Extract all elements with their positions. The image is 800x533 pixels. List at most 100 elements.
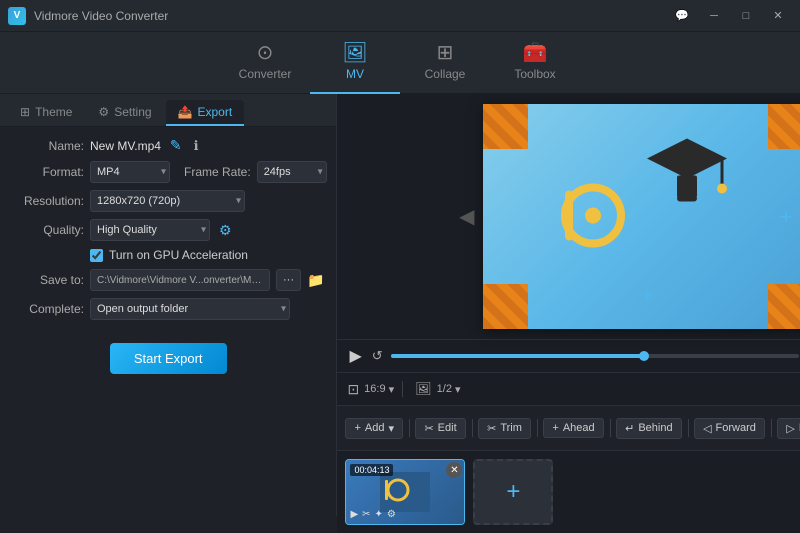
window-controls: 💬 ─ □ ✕ — [668, 5, 792, 27]
page-selector[interactable]: 🖼 1/2 ▾ — [415, 381, 460, 397]
info-button[interactable]: ℹ — [191, 138, 202, 154]
format-row: Format: MP4 AVI MOV Frame Rate: 24fps 25… — [12, 161, 324, 183]
corner-tape-top-left — [483, 104, 528, 149]
tab-bar: ⊞ Theme ⚙ Setting 📤 Export — [0, 94, 336, 127]
nav-mv-label: MV — [346, 67, 364, 81]
resolution-select[interactable]: 1280x720 (720p) 1920x1080 (1080p) 3840x2… — [90, 190, 245, 212]
nav-toolbox-label: Toolbox — [514, 67, 555, 81]
edit-button[interactable]: ✂ Edit — [415, 418, 465, 439]
preview-inner: + + — [483, 104, 800, 329]
nav-toolbox[interactable]: 🧰 Toolbox — [490, 32, 580, 94]
add-clip-icon: + — [506, 478, 520, 506]
left-panel: ⊞ Theme ⚙ Setting 📤 Export Name: New MV.… — [0, 94, 337, 516]
ratio-icon: ⊡ — [347, 381, 359, 398]
format-select[interactable]: MP4 AVI MOV — [90, 161, 170, 183]
format-select-wrapper: MP4 AVI MOV — [90, 161, 170, 183]
tab-theme[interactable]: ⊞ Theme — [8, 100, 84, 126]
bottom-controls: ⊡ 16:9 ▾ 🖼 1/2 ▾ Start Export — [337, 372, 800, 405]
nav-converter-label: Converter — [239, 67, 292, 81]
behind-button[interactable]: ↵ Behind — [616, 418, 681, 439]
preview-hat — [642, 130, 732, 213]
preview-plus-right: + — [780, 204, 793, 230]
clip-duration: 00:04:13 — [350, 464, 393, 476]
preview-logo — [558, 180, 638, 253]
seek-bar-fill — [391, 354, 644, 358]
browse-button[interactable]: ··· — [276, 269, 301, 291]
save-path-text: C:\Vidmore\Vidmore V...onverter\MV Expor… — [97, 275, 263, 286]
app-icon: V — [8, 7, 26, 25]
add-label: Add — [365, 422, 385, 434]
app-title: Vidmore Video Converter — [34, 9, 668, 23]
edit-name-button[interactable]: ✎ — [167, 137, 185, 154]
corner-tape-bottom-right — [768, 284, 800, 329]
nav-converter[interactable]: ⊙ Converter — [220, 32, 310, 94]
behind-label: Behind — [638, 422, 672, 434]
clip-star-icon: ✦ — [375, 509, 383, 520]
ahead-button[interactable]: + Ahead — [543, 418, 603, 438]
save-path-display: C:\Vidmore\Vidmore V...onverter\MV Expor… — [90, 269, 270, 291]
nav-collage[interactable]: ⊞ Collage — [400, 32, 490, 94]
tab-export[interactable]: 📤 Export — [166, 100, 245, 126]
format-label: Format: — [12, 165, 84, 179]
tab-setting[interactable]: ⚙ Setting — [86, 100, 163, 126]
export-form: Name: New MV.mp4 ✎ ℹ Format: MP4 AVI MOV… — [0, 127, 336, 516]
timeline-clip: 00:04:13 ✕ ▶ ✂ ✦ ⚙ — [345, 459, 465, 525]
start-export-button[interactable]: Start Export — [110, 343, 227, 374]
gpu-row: Turn on GPU Acceleration — [90, 248, 324, 262]
complete-select[interactable]: Open output folder Do nothing Shut down — [90, 298, 290, 320]
ratio-value: 16:9 — [364, 383, 385, 395]
complete-row: Complete: Open output folder Do nothing … — [12, 298, 324, 320]
loop-button[interactable]: ↺ — [370, 346, 385, 366]
seek-handle — [639, 351, 649, 361]
quality-select[interactable]: High Quality Standard Quality Low Qualit… — [90, 219, 210, 241]
chat-button[interactable]: 💬 — [668, 5, 696, 27]
export-icon: 📤 — [178, 105, 193, 119]
timeline: + Add ▾ ✂ Edit ✂ Trim + Ahead — [337, 405, 800, 533]
clip-action-icons: ▶ ✂ ✦ ⚙ — [350, 509, 395, 520]
maximize-button[interactable]: □ — [732, 5, 760, 27]
converter-icon: ⊙ — [257, 43, 274, 63]
ahead-label: Ahead — [563, 422, 595, 434]
preview-area: ◀ — [337, 94, 800, 339]
forward-button[interactable]: ◁ Forward — [694, 418, 765, 439]
close-button[interactable]: ✕ — [764, 5, 792, 27]
trim-label: Trim — [500, 422, 522, 434]
right-panel: ◀ — [337, 94, 800, 516]
open-folder-button[interactable]: 📁 — [307, 272, 324, 289]
edit-label: Edit — [438, 422, 457, 434]
trim-button[interactable]: ✂ Trim — [478, 418, 531, 439]
quality-settings-button[interactable]: ⚙ — [216, 222, 235, 239]
complete-select-wrapper: Open output folder Do nothing Shut down — [90, 298, 290, 320]
nav-mv[interactable]: 🖼 MV — [310, 32, 400, 94]
minimize-button[interactable]: ─ — [700, 5, 728, 27]
tab-export-label: Export — [198, 105, 233, 119]
frame-rate-select-wrapper: 24fps 25fps 30fps 60fps — [257, 161, 327, 183]
ratio-chevron: ▾ — [389, 383, 395, 396]
frame-rate-label: Frame Rate: — [184, 165, 251, 179]
clip-preview-icon — [380, 472, 430, 512]
quality-label: Quality: — [12, 223, 84, 237]
name-row: Name: New MV.mp4 ✎ ℹ — [12, 137, 324, 154]
clip-settings-icon: ⚙ — [387, 509, 396, 520]
setting-icon: ⚙ — [98, 105, 109, 119]
complete-label: Complete: — [12, 302, 84, 316]
play-button[interactable]: ▶ — [347, 344, 363, 368]
prev-arrow[interactable]: ◀ — [459, 204, 474, 229]
backward-button[interactable]: ▷ Backward — [777, 418, 800, 439]
name-value: New MV.mp4 — [90, 139, 161, 153]
seek-bar[interactable] — [391, 354, 799, 358]
page-chevron: ▾ — [455, 383, 461, 396]
titlebar: V Vidmore Video Converter 💬 ─ □ ✕ — [0, 0, 800, 32]
page-display: 1/2 — [437, 383, 452, 395]
timeline-content: 00:04:13 ✕ ▶ ✂ ✦ ⚙ + — [337, 451, 800, 533]
ratio-selector[interactable]: ⊡ 16:9 ▾ — [347, 381, 394, 398]
quality-select-wrapper: High Quality Standard Quality Low Qualit… — [90, 219, 210, 241]
app-icon-text: V — [14, 10, 21, 21]
add-chevron: ▾ — [388, 422, 394, 435]
add-button[interactable]: + Add ▾ — [345, 418, 403, 439]
frame-rate-select[interactable]: 24fps 25fps 30fps 60fps — [257, 161, 327, 183]
name-label: Name: — [12, 139, 84, 153]
gpu-checkbox[interactable] — [90, 249, 103, 262]
page-icon: 🖼 — [415, 381, 432, 397]
add-clip-button[interactable]: + — [473, 459, 553, 525]
